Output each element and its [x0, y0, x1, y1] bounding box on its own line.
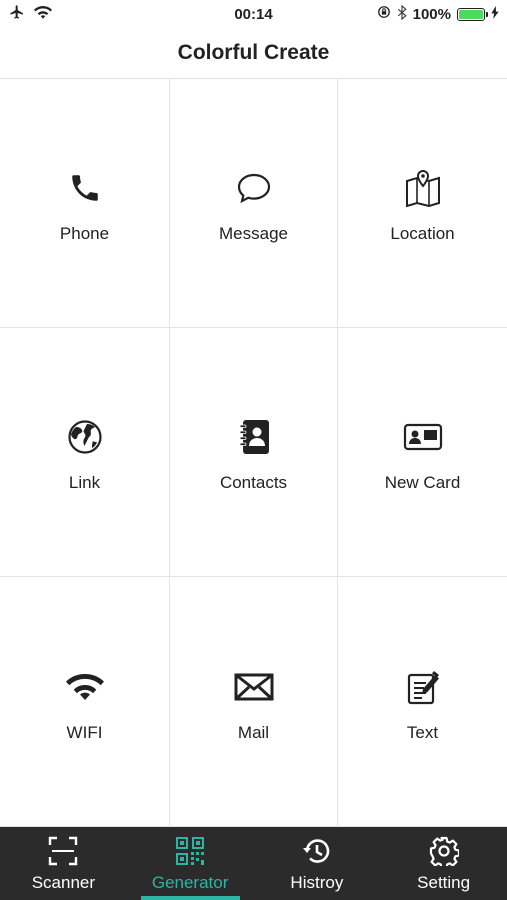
- history-icon: [301, 835, 333, 867]
- airplane-icon: [8, 4, 26, 24]
- wifi-icon: [65, 667, 105, 707]
- create-type-grid: Phone Message Location Link Contacts New…: [0, 79, 507, 827]
- grid-item-text[interactable]: Text: [338, 577, 507, 827]
- grid-item-label: Contacts: [219, 473, 288, 492]
- bluetooth-icon: [397, 4, 407, 24]
- charging-icon: [491, 5, 499, 23]
- grid-item-message[interactable]: Message: [170, 79, 338, 328]
- grid-item-label: Message: [219, 224, 288, 243]
- grid-item-label: Link: [68, 473, 101, 492]
- scan-icon: [47, 835, 79, 867]
- status-time: 00:14: [234, 5, 273, 23]
- tab-generator[interactable]: Generator: [127, 827, 254, 900]
- grid-item-label: Text: [406, 722, 439, 742]
- grid-item-label: New Card: [384, 473, 461, 492]
- battery-icon: [457, 7, 488, 21]
- tab-scanner[interactable]: Scanner: [0, 827, 127, 900]
- message-icon: [234, 168, 274, 208]
- grid-item-label: Phone: [59, 224, 110, 243]
- tab-setting[interactable]: Setting: [380, 827, 507, 900]
- grid-item-label: Location: [390, 224, 455, 243]
- battery-percent: 100%: [412, 5, 451, 23]
- tab-history[interactable]: Histroy: [254, 827, 381, 900]
- mail-icon: [234, 667, 274, 707]
- note-icon: [403, 667, 443, 707]
- qr-code-icon: [174, 835, 206, 867]
- status-bar: 00:14 100%: [0, 0, 507, 28]
- id-card-icon: [403, 417, 443, 457]
- grid-item-label: Mail: [237, 722, 270, 742]
- globe-icon: [65, 417, 105, 457]
- tab-label: Scanner: [31, 873, 96, 892]
- tab-label: Generator: [151, 873, 229, 892]
- grid-item-link[interactable]: Link: [0, 328, 170, 577]
- contacts-book-icon: [234, 417, 274, 457]
- grid-item-new-card[interactable]: New Card: [338, 328, 507, 577]
- orientation-lock-icon: [377, 5, 391, 23]
- map-icon: [403, 168, 443, 208]
- tab-bar: Scanner Generator Histroy Setting: [0, 827, 507, 900]
- page-title: Colorful Create: [177, 41, 330, 64]
- tab-label: Setting: [417, 873, 471, 892]
- nav-bar: Colorful Create: [0, 28, 507, 79]
- phone-icon: [65, 168, 105, 208]
- grid-item-location[interactable]: Location: [338, 79, 507, 328]
- grid-item-mail[interactable]: Mail: [170, 577, 338, 827]
- grid-item-contacts[interactable]: Contacts: [170, 328, 338, 577]
- tab-label: Histroy: [290, 873, 344, 892]
- grid-item-phone[interactable]: Phone: [0, 79, 170, 328]
- wifi-status-icon: [34, 5, 52, 23]
- grid-item-wifi[interactable]: WIFI: [0, 577, 170, 827]
- gear-icon: [428, 835, 460, 867]
- grid-item-label: WIFI: [66, 722, 103, 742]
